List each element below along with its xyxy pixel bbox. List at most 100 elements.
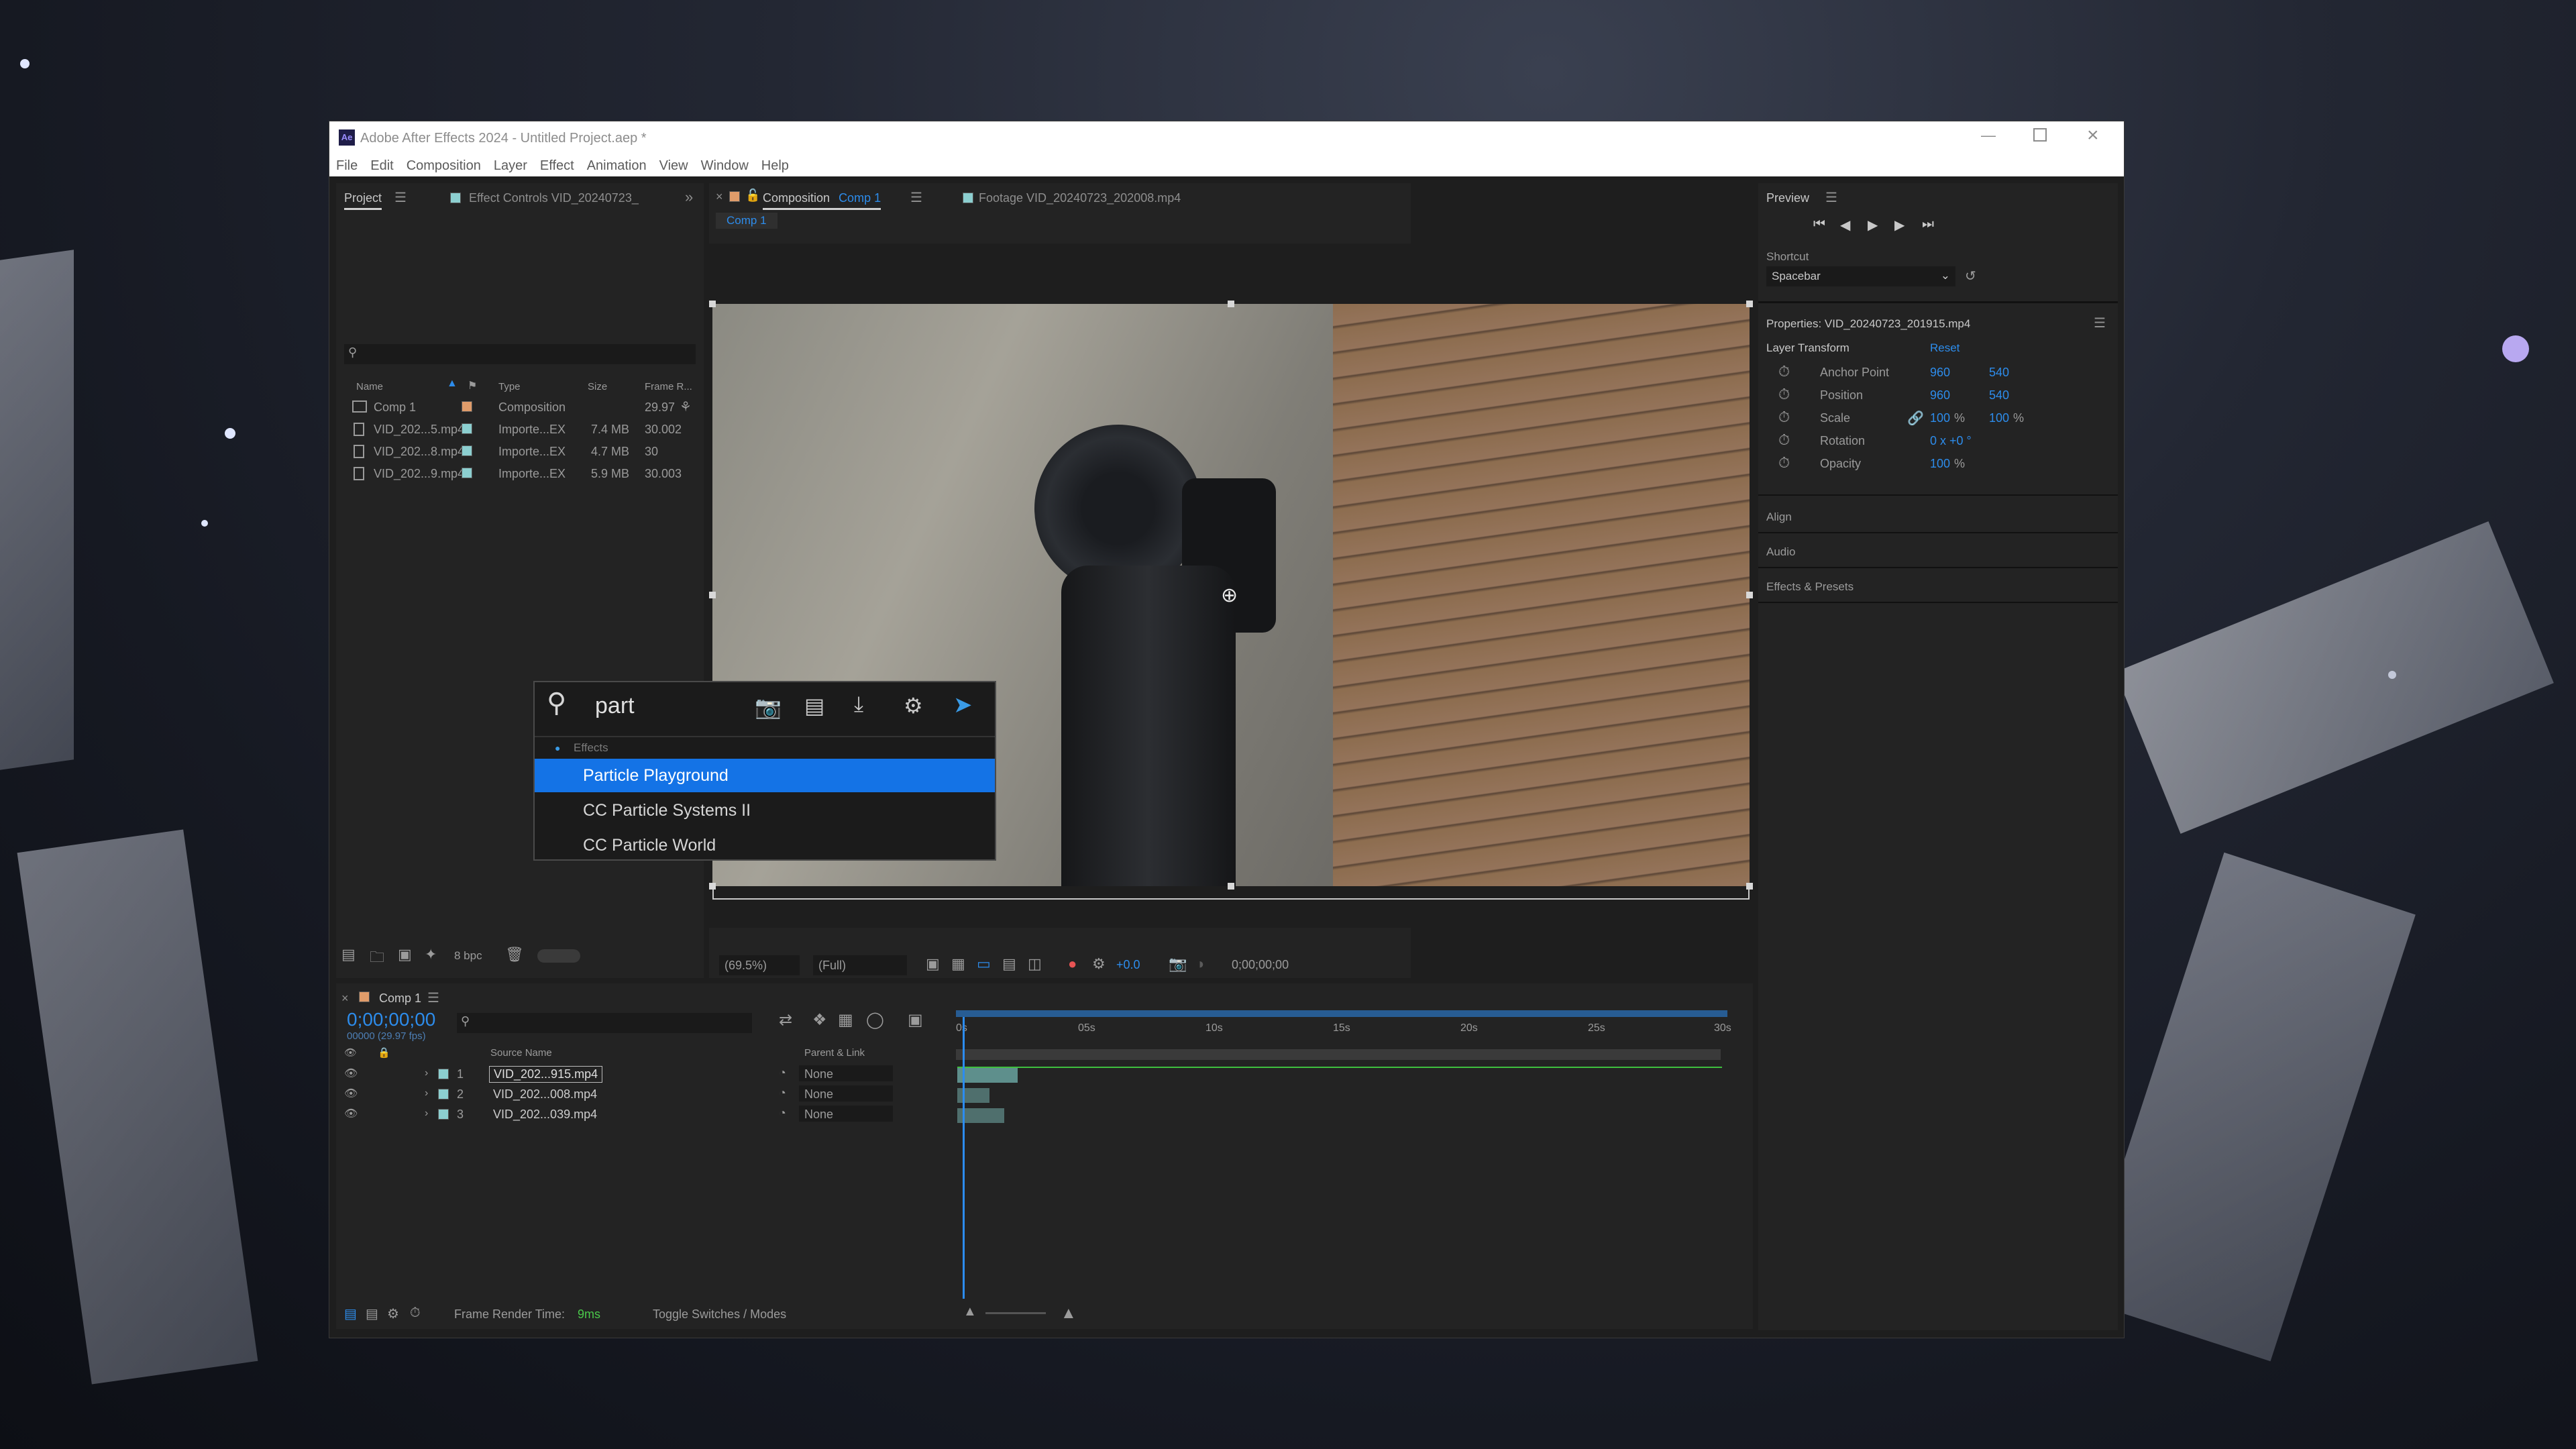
- tab-effect-controls[interactable]: Effect Controls VID_20240723_: [469, 191, 639, 205]
- zoom-slider[interactable]: [985, 1312, 1046, 1314]
- panel-menu-icon[interactable]: ☰: [2094, 315, 2106, 331]
- render-time-icon[interactable]: ⏱: [410, 1305, 421, 1321]
- pickwhip-icon[interactable]: ◔: [779, 1106, 786, 1120]
- channels-icon[interactable]: ●: [1068, 955, 1077, 973]
- table-row[interactable]: 👁 › 3 VID_202...039.mp4 ◔ None: [336, 1106, 1745, 1124]
- stopwatch-icon[interactable]: ⏱: [1778, 409, 1790, 426]
- pickwhip-icon[interactable]: ◔: [779, 1086, 786, 1100]
- transform-handle[interactable]: [709, 592, 716, 598]
- camera-icon[interactable]: 📷: [755, 694, 782, 720]
- list-item[interactable]: VID_202...5.mp4 Importe...EX 7.4 MB 30.0…: [344, 419, 696, 441]
- color-management-icon[interactable]: ⚙: [1092, 955, 1106, 973]
- comp-mini-flowchart-icon[interactable]: ⇄: [779, 1010, 792, 1030]
- parent-dropdown[interactable]: None: [799, 1065, 893, 1081]
- zoom-out-icon[interactable]: ▲: [963, 1304, 977, 1320]
- previous-frame-icon[interactable]: ◀: [1840, 217, 1850, 233]
- menu-window[interactable]: Window: [701, 158, 749, 173]
- guides-icon[interactable]: ▤: [1002, 955, 1016, 973]
- toggle-switches-modes[interactable]: Toggle Switches / Modes: [653, 1307, 786, 1322]
- reset-shortcut-icon[interactable]: ↺: [1965, 268, 1976, 284]
- tab-project[interactable]: Project: [344, 191, 382, 210]
- menu-help[interactable]: Help: [761, 158, 789, 173]
- constrain-proportions-icon[interactable]: 🔗: [1907, 410, 1924, 427]
- in-out-icon[interactable]: ⚙: [387, 1305, 399, 1322]
- reset-link[interactable]: Reset: [1930, 341, 1960, 355]
- project-search-input[interactable]: ⚲: [344, 344, 696, 364]
- search-query-input[interactable]: part: [595, 693, 635, 719]
- layer-name[interactable]: VID_202...915.mp4: [489, 1066, 603, 1083]
- column-size[interactable]: Size: [588, 381, 607, 392]
- parent-dropdown[interactable]: None: [799, 1085, 893, 1102]
- menu-edit[interactable]: Edit: [370, 158, 393, 173]
- zoom-dropdown[interactable]: (69.5%): [719, 955, 800, 975]
- first-frame-icon[interactable]: ⏮: [1813, 217, 1825, 232]
- audio-section[interactable]: Audio: [1766, 545, 1795, 559]
- transform-handle[interactable]: [709, 301, 716, 307]
- layer-search-input[interactable]: ⚲: [457, 1013, 752, 1033]
- close-tab-icon[interactable]: ×: [341, 991, 349, 1006]
- transform-handle[interactable]: [1228, 883, 1234, 890]
- region-of-interest-icon[interactable]: ▣: [926, 955, 940, 973]
- transparency-grid-icon[interactable]: ▦: [951, 955, 965, 973]
- new-composition-icon[interactable]: ▣: [398, 946, 412, 963]
- time-ruler[interactable]: 0s 05s 10s 15s 20s 25s 30s: [956, 1018, 1731, 1040]
- layer-name[interactable]: VID_202...039.mp4: [493, 1108, 597, 1122]
- panel-menu-icon[interactable]: ☰: [427, 989, 439, 1006]
- thumbnail-slider[interactable]: [537, 949, 580, 963]
- panel-overflow-icon[interactable]: »: [685, 189, 693, 206]
- table-row[interactable]: 👁 › 1 VID_202...915.mp4 ◔ None: [336, 1065, 1745, 1084]
- panel-menu-icon[interactable]: ☰: [910, 189, 922, 206]
- column-frame-rate[interactable]: Frame R...: [645, 381, 692, 392]
- transfer-controls-icon[interactable]: ▤: [366, 1305, 378, 1322]
- resolution-dropdown[interactable]: (Full): [813, 955, 907, 975]
- property-value-x[interactable]: 100: [1930, 411, 1950, 425]
- column-type[interactable]: Type: [498, 381, 521, 392]
- pickwhip-icon[interactable]: ◔: [779, 1066, 786, 1080]
- property-value-y[interactable]: 100: [1989, 411, 2009, 425]
- menu-composition[interactable]: Composition: [407, 158, 481, 173]
- transform-handle[interactable]: [1746, 301, 1753, 307]
- gear-icon[interactable]: ⚙: [904, 693, 923, 718]
- effects-presets-section[interactable]: Effects & Presets: [1766, 580, 1854, 594]
- stopwatch-icon[interactable]: ⏱: [1778, 386, 1790, 403]
- result-particle-playground[interactable]: Particle Playground: [535, 759, 995, 792]
- lock-icon[interactable]: 🔓: [745, 189, 760, 203]
- hide-shy-layers-icon[interactable]: ▦: [838, 1010, 853, 1030]
- tab-composition[interactable]: Composition Comp 1: [763, 191, 881, 210]
- last-frame-icon[interactable]: ⏭: [1922, 217, 1934, 232]
- menu-view[interactable]: View: [659, 158, 688, 173]
- property-value-x[interactable]: 960: [1930, 388, 1950, 402]
- menu-layer[interactable]: Layer: [494, 158, 527, 173]
- visibility-icon[interactable]: 👁: [344, 1067, 358, 1080]
- lock-icon[interactable]: 🔒: [378, 1046, 390, 1059]
- stopwatch-icon[interactable]: ⏱: [1778, 454, 1790, 472]
- download-icon[interactable]: ⤓: [854, 692, 863, 717]
- result-cc-particle-systems-ii[interactable]: CC Particle Systems II: [535, 794, 995, 827]
- panel-menu-icon[interactable]: ☰: [1825, 189, 1837, 206]
- list-item[interactable]: Comp 1 Composition 29.97 ⚘: [344, 396, 696, 419]
- work-area-bar[interactable]: [956, 1010, 1727, 1017]
- property-value-opacity[interactable]: 100: [1930, 457, 1950, 471]
- flowchart-icon[interactable]: ⚘: [680, 398, 692, 415]
- comp-breadcrumb[interactable]: Comp 1: [716, 213, 777, 229]
- expand-chevron-icon[interactable]: ›: [425, 1087, 428, 1099]
- menu-animation[interactable]: Animation: [587, 158, 647, 173]
- column-parent-link[interactable]: Parent & Link: [804, 1047, 865, 1059]
- mask-visibility-icon[interactable]: ▭: [977, 955, 991, 973]
- maximize-icon[interactable]: [2033, 128, 2047, 142]
- snapshot-icon[interactable]: 📷: [1169, 955, 1187, 973]
- menu-file[interactable]: File: [336, 158, 358, 173]
- sort-ascending-icon[interactable]: ▲: [447, 378, 458, 390]
- property-value-rotation[interactable]: 0 x +0 °: [1930, 434, 1972, 448]
- close-icon[interactable]: ×: [2087, 124, 2099, 147]
- exposure-value[interactable]: +0.0: [1116, 958, 1140, 972]
- transform-handle[interactable]: [1228, 301, 1234, 307]
- property-value-x[interactable]: 960: [1930, 366, 1950, 380]
- minimize-icon[interactable]: —: [1981, 127, 1996, 144]
- property-value-y[interactable]: 540: [1989, 366, 2009, 380]
- shortcut-dropdown[interactable]: Spacebar ⌄: [1766, 266, 1955, 286]
- grid-icon[interactable]: ◫: [1028, 955, 1042, 973]
- menu-effect[interactable]: Effect: [540, 158, 574, 173]
- layer-name[interactable]: VID_202...008.mp4: [493, 1087, 597, 1102]
- bpc-button[interactable]: 8 bpc: [454, 949, 482, 963]
